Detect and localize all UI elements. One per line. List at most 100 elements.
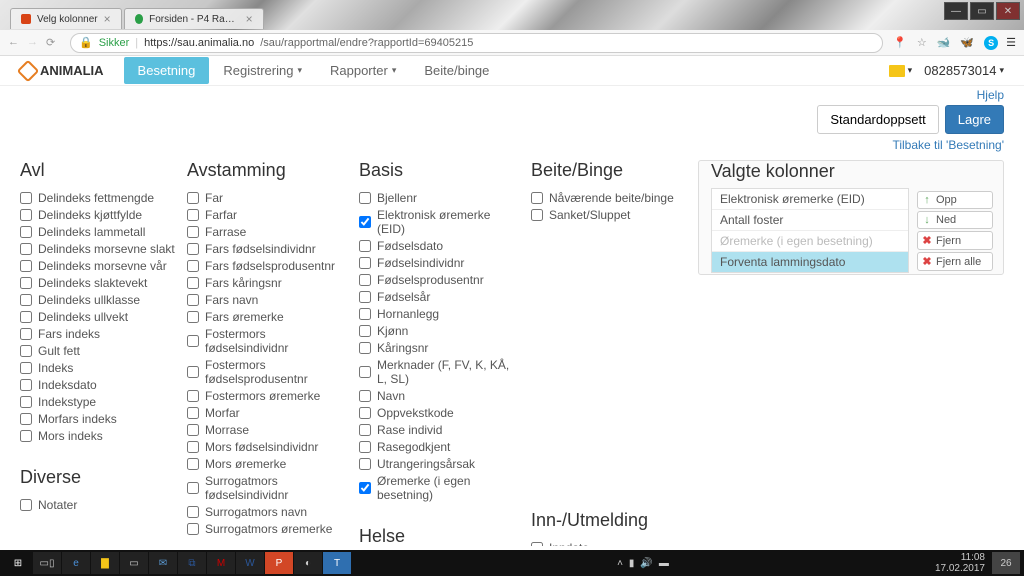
reload-icon[interactable]: ⟳ [46, 36, 55, 49]
checkbox-item[interactable]: Surrogatmors navn [187, 505, 347, 519]
checkbox-item[interactable]: Fars navn [187, 293, 347, 307]
checkbox-item[interactable]: Surrogatmors øremerke [187, 522, 347, 536]
checkbox-item[interactable]: Rase individ [359, 423, 519, 437]
checkbox-item[interactable]: Hornanlegg [359, 307, 519, 321]
checkbox[interactable] [187, 390, 199, 402]
checkbox-item[interactable]: Delindeks ullklasse [20, 293, 175, 307]
volume-icon[interactable]: 🔊 [640, 558, 652, 569]
remove-button[interactable]: ✖Fjern [917, 231, 993, 250]
nav-registrering[interactable]: Registrering▾ [209, 57, 316, 84]
checkbox[interactable] [187, 226, 199, 238]
checkbox[interactable] [187, 482, 199, 494]
selected-column-item[interactable]: Øremerke (i egen besetning) [712, 231, 908, 252]
folder-dropdown[interactable]: ▾ [889, 65, 913, 77]
checkbox[interactable] [187, 277, 199, 289]
checkbox[interactable] [531, 192, 543, 204]
checkbox-item[interactable]: Bjellenr [359, 191, 519, 205]
checkbox-item[interactable]: Morfars indeks [20, 412, 175, 426]
task-view-icon[interactable]: ▭▯ [33, 552, 61, 574]
checkbox-item[interactable]: Delindeks morsevne vår [20, 259, 175, 273]
help-link[interactable]: Hjelp [977, 88, 1004, 102]
checkbox-item[interactable]: Delindeks ullvekt [20, 310, 175, 324]
nav-rapporter[interactable]: Rapporter▾ [316, 57, 410, 84]
star-icon[interactable]: ☆ [917, 36, 927, 50]
checkbox-item[interactable]: Fars fødselsindividnr [187, 242, 347, 256]
checkbox-item[interactable]: Fars fødselsprodusentnr [187, 259, 347, 273]
checkbox-item[interactable]: Morfar [187, 406, 347, 420]
checkbox-item[interactable]: Fødselsdato [359, 239, 519, 253]
tray-icons[interactable]: ˄ ▮ 🔊 ▬ [617, 558, 669, 569]
checkbox[interactable] [20, 328, 32, 340]
checkbox[interactable] [20, 413, 32, 425]
checkbox[interactable] [359, 342, 371, 354]
checkbox[interactable] [20, 277, 32, 289]
user-menu[interactable]: 0828573014 ▾ [924, 63, 1004, 78]
checkbox[interactable] [359, 407, 371, 419]
store-icon[interactable]: ▭ [120, 552, 148, 574]
checkbox[interactable] [187, 192, 199, 204]
checkbox-item[interactable]: Fostermors øremerke [187, 389, 347, 403]
powerpoint-icon[interactable]: P [265, 552, 293, 574]
checkbox-item[interactable]: Kjønn [359, 324, 519, 338]
start-button[interactable]: ⊞ [4, 552, 32, 574]
word-icon[interactable]: W [236, 552, 264, 574]
back-link[interactable]: Tilbake til 'Besetning' [892, 138, 1004, 152]
checkbox[interactable] [20, 226, 32, 238]
checkbox-item[interactable]: Mors indeks [20, 429, 175, 443]
browser-tab-1[interactable]: Velg kolonner × [10, 8, 122, 29]
checkbox-item[interactable]: Delindeks fettmengde [20, 191, 175, 205]
checkbox[interactable] [187, 335, 199, 347]
browser-tab-2[interactable]: Forsiden - P4 Radio Hel × [124, 8, 264, 29]
teamviewer-icon[interactable]: T [323, 552, 351, 574]
checkbox-item[interactable]: Mors fødselsindividnr [187, 440, 347, 454]
checkbox[interactable] [359, 325, 371, 337]
checkbox[interactable] [359, 274, 371, 286]
checkbox[interactable] [20, 209, 32, 221]
standard-button[interactable]: Standardoppsett [817, 105, 938, 134]
checkbox[interactable] [20, 499, 32, 511]
checkbox[interactable] [187, 458, 199, 470]
checkbox[interactable] [187, 366, 199, 378]
checkbox[interactable] [359, 458, 371, 470]
checkbox-item[interactable]: Rasegodkjent [359, 440, 519, 454]
chevron-up-icon[interactable]: ˄ [617, 558, 623, 569]
checkbox-item[interactable]: Nåværende beite/binge [531, 191, 686, 205]
checkbox[interactable] [531, 209, 543, 221]
explorer-icon[interactable]: ▇ [91, 552, 119, 574]
move-down-button[interactable]: ↓Ned [917, 211, 993, 229]
checkbox-item[interactable]: Delindeks kjøttfylde [20, 208, 175, 222]
checkbox[interactable] [531, 542, 543, 546]
tab-close-icon[interactable]: × [246, 12, 253, 26]
skype-icon[interactable]: S [984, 36, 998, 50]
checkbox[interactable] [20, 430, 32, 442]
checkbox[interactable] [187, 243, 199, 255]
forward-icon[interactable]: → [27, 36, 38, 49]
checkbox[interactable] [359, 482, 371, 494]
window-maximize[interactable]: ▭ [970, 2, 994, 20]
checkbox-item[interactable]: Far [187, 191, 347, 205]
checkbox[interactable] [359, 192, 371, 204]
checkbox[interactable] [359, 424, 371, 436]
checkbox-item[interactable]: Delindeks slaktevekt [20, 276, 175, 290]
url-input[interactable]: 🔒 Sikker | https://sau.animalia.no/sau/r… [70, 33, 883, 53]
checkbox-item[interactable]: Utrangeringsårsak [359, 457, 519, 471]
save-button[interactable]: Lagre [945, 105, 1004, 134]
logo[interactable]: ANIMALIA [20, 63, 104, 79]
outlook-icon[interactable]: ⧉ [178, 552, 206, 574]
selected-column-item[interactable]: Forventa lammingsdato [712, 252, 908, 272]
checkbox[interactable] [20, 311, 32, 323]
checkbox-item[interactable]: Fødselsprodusentnr [359, 273, 519, 287]
checkbox-item[interactable]: Elektronisk øremerke (EID) [359, 208, 519, 236]
checkbox-item[interactable]: Fars indeks [20, 327, 175, 341]
mcafee-icon[interactable]: M [207, 552, 235, 574]
mail-icon[interactable]: ✉ [149, 552, 177, 574]
checkbox-item[interactable]: Øremerke (i egen besetning) [359, 474, 519, 502]
selected-column-item[interactable]: Elektronisk øremerke (EID) [712, 189, 908, 210]
checkbox-item[interactable]: Delindeks lammetall [20, 225, 175, 239]
taskbar[interactable]: ⊞ ▭▯ e ▇ ▭ ✉ ⧉ M W P ◐ T ˄ ▮ 🔊 ▬ 11:08 1… [0, 550, 1024, 576]
notifications-icon[interactable]: 26 [992, 552, 1020, 574]
checkbox-item[interactable]: Merknader (F, FV, K, KÅ, L, SL) [359, 358, 519, 386]
checkbox-item[interactable]: Oppvekstkode [359, 406, 519, 420]
taskbar-clock[interactable]: 11:08 17.02.2017 [935, 552, 991, 574]
checkbox[interactable] [20, 260, 32, 272]
